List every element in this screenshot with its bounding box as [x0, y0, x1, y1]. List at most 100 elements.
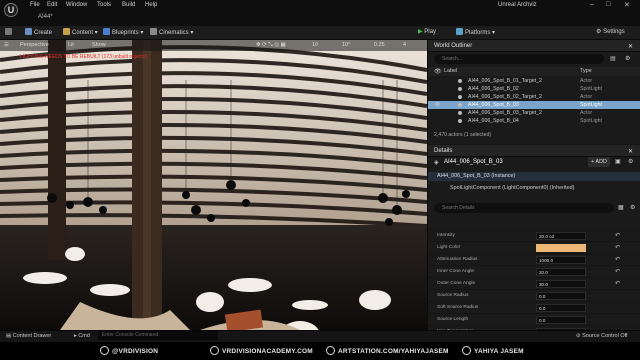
reset-icon[interactable]: ↶	[615, 280, 620, 287]
play-button[interactable]: ▶ Play	[418, 28, 436, 35]
settings-label: Settings	[603, 29, 625, 35]
play-icon: ▶	[418, 29, 423, 35]
app-title: Unreal Archviz	[498, 2, 537, 8]
settings-button[interactable]: ⚙ Settings	[596, 28, 625, 35]
instagram-icon	[100, 346, 109, 355]
menu-edit[interactable]: Edit	[47, 2, 57, 8]
property-value-field[interactable]: 20.0	[536, 268, 586, 276]
unreal-logo-icon[interactable]: U	[4, 3, 18, 17]
minimize-button[interactable]: –	[590, 1, 594, 8]
credit-handle: @VRDIVISION	[100, 346, 158, 355]
spotlight-icon	[458, 87, 462, 91]
menu-build[interactable]: Build	[122, 2, 135, 8]
property-value-field[interactable]: 0.0	[536, 316, 586, 324]
credit-name: YAHIYA JASEM	[462, 346, 524, 355]
rotation-snap-value[interactable]: 10°	[342, 42, 350, 48]
details-close-icon[interactable]: ✕	[628, 148, 633, 155]
light-color-swatch[interactable]	[536, 244, 586, 252]
instance-row[interactable]: AI44_006_Spot_B_03 (Instance)	[428, 172, 640, 181]
content-drawer-label: Content Drawer	[12, 333, 52, 339]
add-component-button[interactable]: + ADD	[588, 157, 610, 167]
credit-site1-text: VRDIVISIONACADEMY.COM	[222, 348, 313, 355]
visibility-eye-icon[interactable]: 👁	[434, 102, 440, 108]
level-viewport[interactable]: ☰ Perspective Lit Show ✥ ⟳ ⤡ ◎ ▦ 10 10° …	[0, 40, 427, 330]
menu-help[interactable]: Help	[145, 2, 157, 8]
property-value-field[interactable]: 30.0	[536, 280, 586, 288]
visibility-eye-icon[interactable]: 👁	[434, 68, 442, 75]
menu-tools[interactable]: Tools	[97, 2, 111, 8]
details-settings-icon[interactable]: ⚙	[630, 204, 635, 211]
column-label[interactable]: Label	[444, 68, 457, 74]
lit-button[interactable]: Lit	[68, 42, 74, 48]
viewport-menu-icon[interactable]: ☰	[4, 42, 9, 48]
scale-snap-value[interactable]: 0.25	[374, 42, 385, 48]
layout-icon[interactable]: ▦	[618, 204, 624, 211]
outliner-row[interactable]: AI44_006_Spot_B_02 SpotLight	[428, 85, 640, 93]
component-row[interactable]: SpotLightComponent (LightComponent0) (In…	[450, 185, 574, 191]
property-label: Inner Cone Angle	[437, 269, 475, 274]
outliner-row-selected[interactable]: 👁 AI44_006_Spot_B_03 SpotLight	[428, 101, 640, 109]
show-button[interactable]: Show	[92, 42, 106, 48]
outliner-row[interactable]: AI44_006_Spot_B_04 SpotLight	[428, 117, 640, 125]
settings-icon[interactable]: ⚙	[628, 158, 633, 165]
property-value-field[interactable]: 0.0	[536, 304, 586, 312]
blueprint-icon[interactable]: ▣	[615, 158, 621, 165]
grid-snap-value[interactable]: 10	[312, 42, 318, 48]
status-bar: ▤ Content Drawer ▸ Cmd ⊘ Source Control …	[0, 330, 640, 342]
property-value-field[interactable]: 20.0 cd	[536, 232, 586, 240]
blueprints-button[interactable]: Blueprints ▾	[103, 28, 143, 36]
maximize-button[interactable]: □	[606, 1, 610, 8]
row-name: AI44_006_Spot_B_04	[468, 118, 519, 124]
outliner-row[interactable]: AI44_006_Spot_B_01_Target_2 Actor	[428, 77, 640, 85]
platforms-icon	[456, 28, 463, 35]
details-search-input[interactable]: Search Details	[434, 203, 614, 213]
row-name: AI44_006_Spot_B_03	[468, 102, 519, 108]
cmd-button[interactable]: ▸ Cmd	[74, 333, 90, 339]
cube-icon: ◈	[434, 160, 439, 166]
menu-file[interactable]: File	[30, 2, 40, 8]
content-button[interactable]: Content ▾	[63, 28, 98, 36]
property-label: Outer Cone Angle	[437, 281, 476, 286]
outliner-search-input[interactable]: Search...	[434, 54, 604, 64]
row-name: AI44_006_Spot_B_03_Target_2	[468, 110, 542, 116]
cinematics-button[interactable]: Cinematics ▾	[150, 28, 193, 36]
details-header: Details ✕	[428, 145, 640, 157]
actor-icon	[458, 79, 462, 83]
reset-icon[interactable]: ↶	[615, 244, 620, 251]
row-type: SpotLight	[580, 86, 602, 92]
column-type[interactable]: Type	[580, 68, 592, 74]
reset-icon[interactable]: ↶	[615, 232, 620, 239]
outliner-row[interactable]: AI44_006_Spot_B_03_Target_2 Actor	[428, 109, 640, 117]
transform-icons[interactable]: ✥ ⟳ ⤡ ◎ ▦	[256, 42, 286, 49]
reset-icon[interactable]: ↶	[615, 256, 620, 263]
property-value-field[interactable]: 0.0	[536, 292, 586, 300]
credit-site2-text: ARTSTATION.COM/YAHIYAJASEM	[338, 348, 449, 355]
actor-count: 2,470 actors (1 selected)	[434, 132, 492, 138]
row-type: Actor	[580, 110, 593, 116]
property-value-field[interactable]: 1000.0	[536, 256, 586, 264]
property-label: Light Color	[437, 245, 461, 250]
close-button[interactable]: ✕	[624, 1, 630, 9]
source-control-button[interactable]: ⊘ Source Control Off	[576, 333, 628, 339]
outliner-settings-icon[interactable]: ⚙	[625, 55, 630, 62]
project-tab[interactable]: AI44*	[38, 14, 53, 20]
camera-speed-value[interactable]: 4	[403, 42, 406, 48]
reset-icon[interactable]: ↶	[615, 268, 620, 275]
property-label: Source Radius	[437, 293, 469, 298]
console-command-input[interactable]: Enter Console Command	[98, 331, 218, 340]
filter-icon[interactable]: ▤	[610, 55, 616, 62]
row-name: AI44_006_Spot_B_02	[468, 86, 519, 92]
outliner-close-icon[interactable]: ✕	[628, 43, 633, 50]
cinematics-label: Cinematics	[159, 30, 189, 36]
source-control-label: Source Control Off	[582, 333, 628, 339]
menu-window[interactable]: Window	[66, 2, 87, 8]
create-button[interactable]: Create	[25, 28, 52, 36]
selected-actor-name[interactable]: AI44_006_Spot_B_03	[444, 159, 503, 165]
platforms-button[interactable]: Platforms ▾	[456, 28, 495, 36]
perspective-button[interactable]: Perspective	[20, 42, 49, 48]
content-drawer-button[interactable]: ▤ Content Drawer	[6, 333, 51, 339]
credit-site2: ARTSTATION.COM/YAHIYAJASEM	[326, 346, 449, 355]
save-icon[interactable]	[5, 28, 14, 36]
artstation-icon	[326, 346, 335, 355]
outliner-row[interactable]: AI44_006_Spot_B_02_Target_2 Actor	[428, 93, 640, 101]
